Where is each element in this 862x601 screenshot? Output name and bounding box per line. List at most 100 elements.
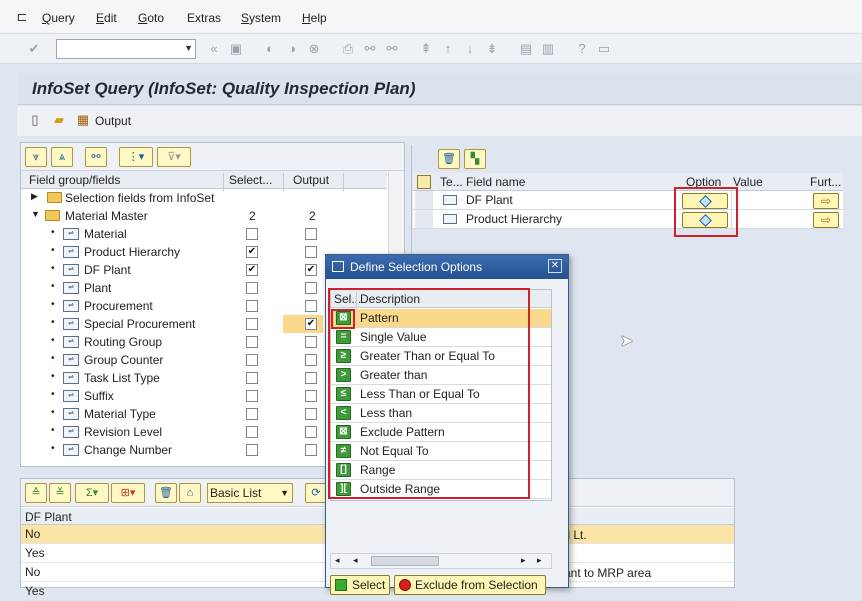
shortcut-icon[interactable]: ▥ [540,41,556,57]
selection-checkbox[interactable] [246,336,258,348]
help-icon[interactable]: ? [574,41,590,57]
close-icon[interactable]: ✕ [548,259,562,273]
hierarchy-menu-icon[interactable]: ⋮▾ [119,147,153,167]
col-field-group[interactable]: Field group/fields [29,173,120,187]
expand-arrow-icon[interactable]: ▶ [31,191,38,202]
menu-extras[interactable]: Extras [187,11,221,25]
col-output[interactable]: Output [293,173,329,187]
menu-system[interactable]: System [241,11,281,25]
value-input[interactable] [731,210,807,228]
expand-icon[interactable]: ⩔ [25,147,47,167]
command-field[interactable]: ▼ [56,39,196,59]
selection-checkbox[interactable] [246,282,258,294]
print-icon[interactable]: ⎙ [340,41,356,57]
chevron-down-icon[interactable]: ▼ [184,43,193,53]
menu-query[interactable]: Query [42,11,75,25]
sort-desc-icon[interactable]: ≚ [49,483,71,503]
output-checkbox[interactable] [305,444,317,456]
find-next-icon[interactable]: ⚯ [384,41,400,57]
new-document-icon[interactable]: ▯ [27,112,43,128]
col-further[interactable]: Furt... [810,175,841,189]
selection-checkbox[interactable] [246,444,258,456]
output-button[interactable]: Output [95,114,131,128]
col-field-name[interactable]: Field name [466,175,525,189]
selection-checkbox[interactable] [246,426,258,438]
tree-row[interactable]: ▶ Selection fields from InfoSet [21,189,387,207]
tree-row[interactable]: • ⇌ Material [21,225,387,243]
output-checkbox[interactable] [305,228,317,240]
enter-check-icon[interactable]: ✔ [26,41,42,57]
row-selector[interactable] [415,191,433,209]
next-page-icon[interactable]: ↓ [462,41,478,57]
scroll-left-icon[interactable]: ◂ [335,555,340,566]
scroll-left-icon[interactable]: ◂ [353,555,358,566]
layout-select[interactable]: Basic List ▼ [207,483,293,503]
selection-checkbox[interactable] [246,372,258,384]
menu-help[interactable]: Help [302,11,327,25]
output-list-icon[interactable]: ▦ [75,112,91,128]
find-icon[interactable]: ⚯ [85,147,107,167]
output-checkbox[interactable]: ✔ [305,264,317,276]
back-icon[interactable]: ◐ [262,41,278,57]
local-field-icon[interactable]: ▚ [464,149,486,169]
find-icon[interactable]: ⚯ [362,41,378,57]
last-page-icon[interactable]: ⇟ [484,41,500,57]
collapse-arrow-icon[interactable]: ▼ [31,209,40,219]
menu-edit[interactable]: Edit [96,11,117,25]
delete-column-icon[interactable]: 🗑 [155,483,177,503]
selection-checkbox[interactable]: ✔ [246,246,258,258]
sap-menu-icon[interactable]: ⊏ [14,9,30,25]
open-folder-icon[interactable]: ▰ [51,112,67,128]
selection-checkbox[interactable] [246,318,258,330]
col-te[interactable]: Te... [440,175,463,189]
selection-checkbox[interactable]: ✔ [246,264,258,276]
selection-checkbox[interactable] [246,228,258,240]
sort-asc-icon[interactable]: ≙ [25,483,47,503]
new-session-icon[interactable]: ▤ [518,41,534,57]
select-button[interactable]: Select [330,575,390,595]
subtotal-icon[interactable]: ⊞▾ [111,483,145,503]
layout-icon[interactable]: ▭ [596,41,612,57]
output-checkbox[interactable] [305,390,317,402]
output-checkbox[interactable] [305,336,317,348]
header-icon[interactable]: ⌂ [179,483,201,503]
selection-checkbox[interactable] [246,390,258,402]
scroll-thumb[interactable] [371,556,439,566]
scroll-right-icon[interactable]: ▸ [521,555,526,566]
output-checkbox[interactable] [305,372,317,384]
output-checkbox[interactable]: ✔ [305,318,317,330]
output-checkbox[interactable] [305,282,317,294]
prev-page-icon[interactable]: ↑ [440,41,456,57]
selection-checkbox[interactable] [246,300,258,312]
menu-goto[interactable]: Goto [138,11,164,25]
scroll-right-icon[interactable]: ▸ [537,555,542,566]
save-icon[interactable]: ▣ [228,41,244,57]
further-selection-button[interactable]: ⇨ [813,212,839,228]
col-df-plant[interactable]: DF Plant [25,510,72,524]
delete-icon[interactable]: 🗑 [438,149,460,169]
select-all-icon[interactable] [417,175,431,189]
selection-checkbox[interactable] [246,354,258,366]
exit-icon[interactable]: ◑ [284,41,300,57]
refresh-icon[interactable]: ⟳ [305,483,327,503]
col-selection[interactable]: Select... [229,173,272,187]
output-checkbox[interactable] [305,408,317,420]
cell-highlight [283,315,323,333]
selection-checkbox[interactable] [246,408,258,420]
output-checkbox[interactable] [305,246,317,258]
output-checkbox[interactable] [305,300,317,312]
sum-icon[interactable]: Σ▾ [75,483,109,503]
dialog-scrollbar[interactable]: ◂ ◂ ▸ ▸ [330,553,552,569]
output-checkbox[interactable] [305,354,317,366]
further-selection-button[interactable]: ⇨ [813,193,839,209]
first-page-icon[interactable]: ⇞ [418,41,434,57]
output-checkbox[interactable] [305,426,317,438]
cancel-icon[interactable]: ⊗ [306,41,322,57]
exclude-from-selection-button[interactable]: Exclude from Selection [394,575,546,595]
tree-row[interactable]: ▼ Material Master 2 2 [21,207,387,225]
row-selector[interactable] [415,210,433,228]
back-double-icon[interactable]: « [206,41,222,57]
collapse-icon[interactable]: ⩓ [51,147,73,167]
value-input[interactable] [731,191,807,209]
filter-icon[interactable]: ⊽▾ [157,147,191,167]
